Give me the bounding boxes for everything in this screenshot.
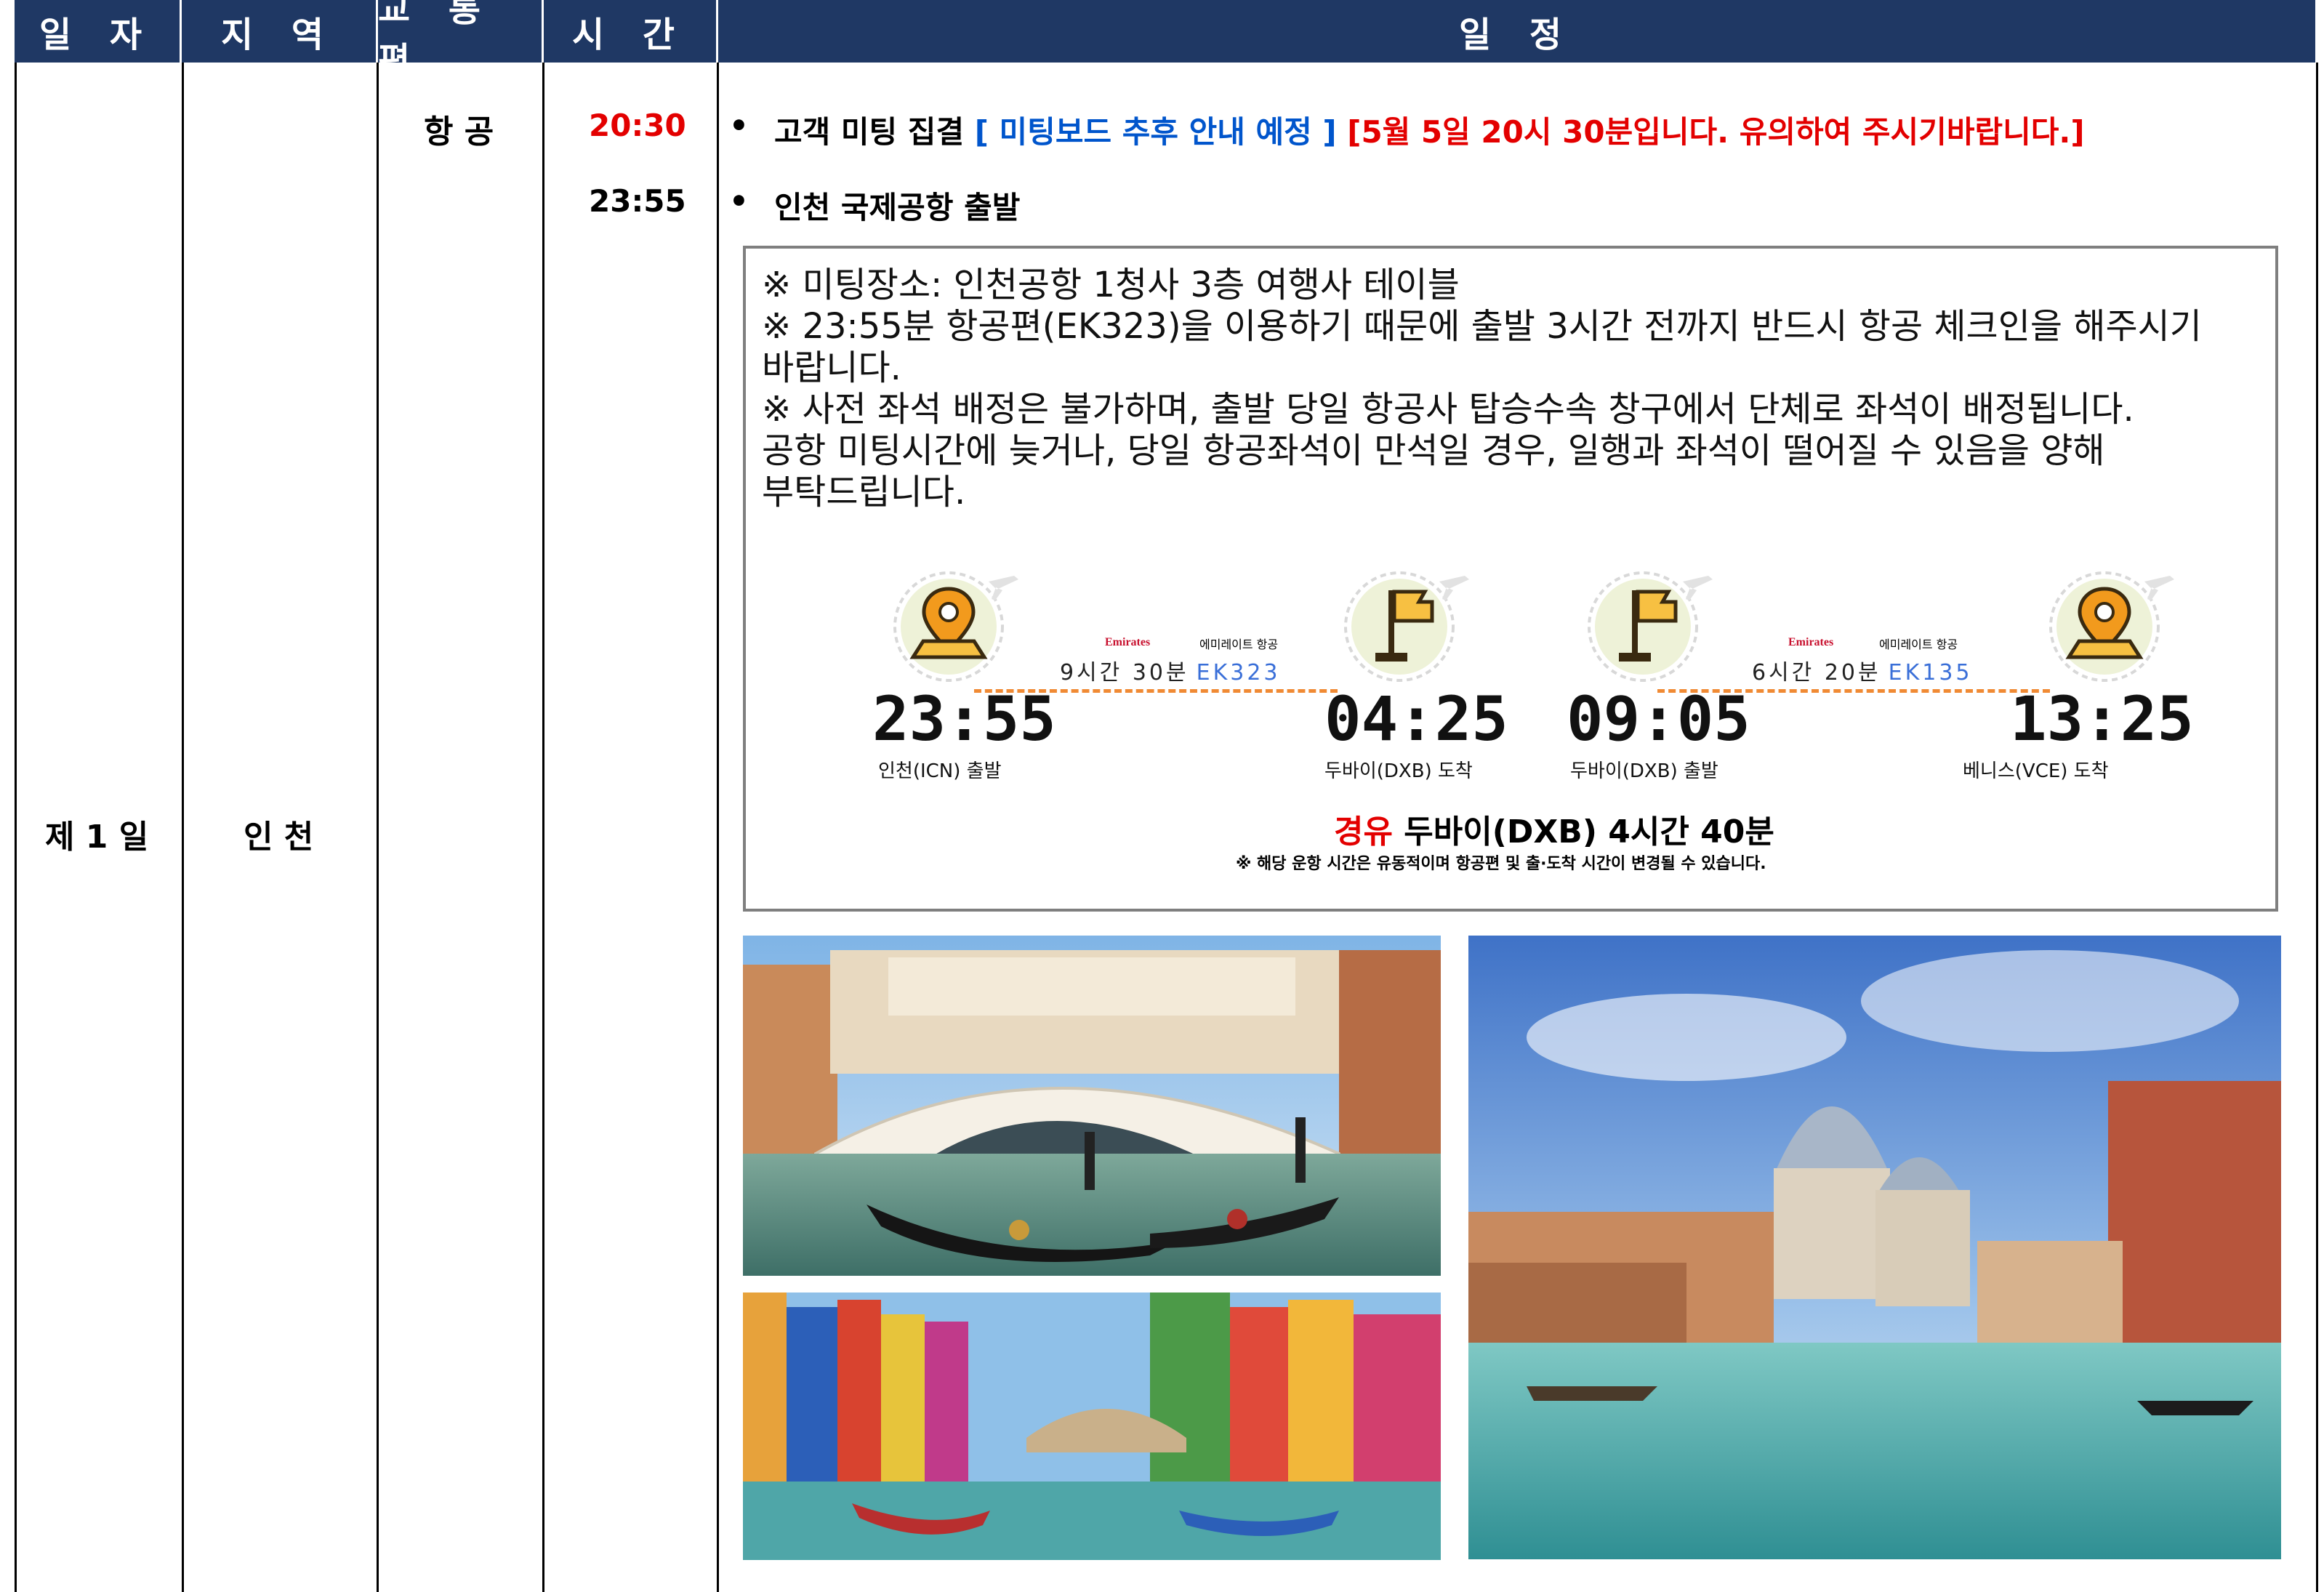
airline-logo: Emirates (1105, 635, 1150, 649)
schedule-entry-2: 인천 국제공항 출발 (774, 190, 1021, 225)
departure-label: 두바이(DXB) 출발 (1570, 760, 1718, 782)
schedule-text: 고객 미팅 집결 (774, 114, 965, 150)
arrival-label: 베니스(VCE) 도착 (1963, 760, 2109, 782)
transport-label: 항 공 (424, 113, 494, 150)
header-day: 일 자 (15, 0, 182, 63)
schedule-entry-1: 고객 미팅 집결 [ 미팅보드 추후 안내 예정 ] [5월 5일 20시 30… (774, 108, 2085, 152)
header-transport: 교 통 편 (378, 0, 544, 81)
flight-number: EK135 (1888, 660, 1973, 686)
airline-logo: Emirates (1788, 635, 1833, 649)
airline-name: 에미레이트 항공 (1879, 638, 1958, 651)
flight-duration: 6시간 20분 EK135 (1752, 654, 1973, 686)
emirates-logo: Emirates (1788, 636, 1834, 648)
table-divider (377, 63, 379, 1592)
location-pin-icon (2049, 571, 2174, 682)
table-border-left (15, 63, 17, 1592)
arrival-time: 04:25 (1324, 683, 1508, 755)
table-border-right (2316, 63, 2318, 1592)
airline-name: 에미레이트 항공 (1199, 638, 1279, 651)
bullet: • (729, 108, 749, 143)
departure-label: 인천(ICN) 출발 (878, 760, 1002, 782)
header-time: 시 간 (544, 0, 718, 63)
layover-text: 두바이(DXB) 4시간 40분 (1404, 813, 1774, 851)
layover-word: 경유 (1334, 813, 1393, 851)
bullet: • (729, 183, 749, 219)
arrival-time: 13:25 (2010, 683, 2194, 755)
layover-info: 경유 두바이(DXB) 4시간 40분 (1334, 805, 1774, 852)
schedule-time-1: 20:30 (589, 108, 686, 143)
notice-line: ※ 23:55분 항공편(EK323)을 이용하기 때문에 출발 3시간 전까지… (762, 306, 2202, 347)
burano-canal-photo (743, 1293, 1441, 1560)
location-pin-icon (893, 571, 1018, 682)
arrival-label: 두바이(DXB) 도착 (1324, 760, 1473, 782)
rialto-bridge-photo (743, 936, 1441, 1276)
table-divider (542, 63, 544, 1592)
table-divider (182, 63, 184, 1592)
route-line (1657, 689, 2050, 693)
departure-time: 23:55 (872, 683, 1056, 755)
emirates-logo: Emirates (1105, 636, 1151, 648)
duration-text: 9시간 30분 (1060, 660, 1189, 686)
schedule-time-2: 23:55 (589, 183, 686, 219)
day-label: 제 1 일 (45, 819, 149, 856)
notice-line: 부탁드립니다. (762, 472, 966, 512)
meeting-board-note: [ 미팅보드 추후 안내 예정 ] (974, 114, 1337, 150)
departure-time: 09:05 (1567, 683, 1750, 755)
flag-icon (1344, 571, 1469, 682)
duration-text: 6시간 20분 (1752, 660, 1881, 686)
flag-icon (1588, 571, 1713, 682)
flight-number: EK323 (1196, 660, 1281, 686)
header-region: 지 역 (182, 0, 378, 63)
flight-duration: 9시간 30분 EK323 (1060, 654, 1281, 686)
grand-canal-photo (1468, 936, 2281, 1559)
table-divider (717, 63, 719, 1592)
region-label: 인 천 (244, 819, 314, 856)
meeting-time-note: [5월 5일 20시 30분입니다. 유의하여 주시기바랍니다.] (1347, 114, 2085, 150)
schedule-disclaimer: ※ 해당 운항 시간은 유동적이며 항공편 및 출·도착 시간이 변경될 수 있… (1236, 855, 1766, 873)
header-schedule: 일 정 (718, 0, 2317, 63)
